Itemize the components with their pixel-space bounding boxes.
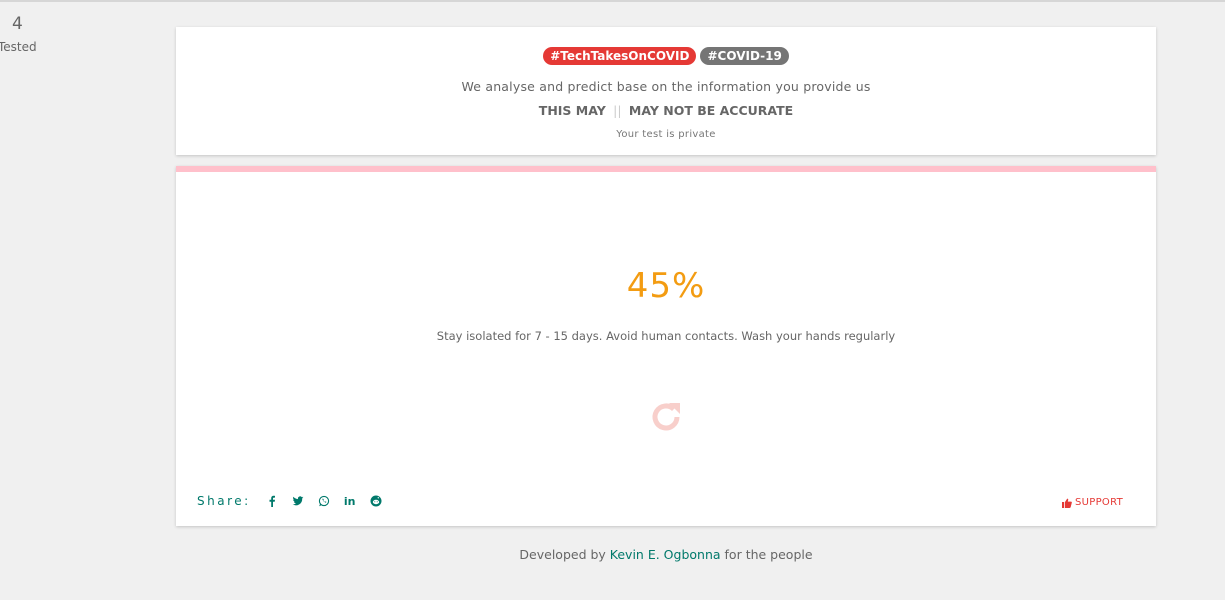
hashtag-techtakesoncovid[interactable]: #TechTakesOnCOVID <box>543 47 697 65</box>
linkedin-icon[interactable]: in <box>337 493 363 509</box>
advice-text: Stay isolated for 7 - 15 days. Avoid hum… <box>436 329 896 343</box>
hashtag-covid19[interactable]: #COVID-19 <box>700 47 789 65</box>
top-divider <box>0 0 1225 2</box>
twitter-icon[interactable] <box>285 493 311 509</box>
facebook-icon[interactable] <box>259 493 285 509</box>
author-link[interactable]: Kevin E. Ogbonna <box>610 547 721 562</box>
tested-label: Tested <box>0 40 37 54</box>
retake-test-button[interactable] <box>648 399 684 435</box>
tested-count: 4 <box>12 14 23 34</box>
description-text: We analyse and predict base on the infor… <box>461 79 871 94</box>
thumbs-up-icon <box>1061 498 1072 508</box>
support-label: SUPPORT <box>1074 497 1123 508</box>
hashtag-list: #TechTakesOnCOVID #COVID-19 <box>176 47 1156 65</box>
footer-prefix: Developed by <box>519 547 606 562</box>
refresh-icon <box>652 403 680 431</box>
result-card: 45% Stay isolated for 7 - 15 days. Avoid… <box>176 166 1156 526</box>
footer-suffix: for the people <box>724 547 813 562</box>
risk-color-bar <box>176 166 1156 172</box>
share-bar: Share: in <box>197 493 389 509</box>
whatsapp-icon[interactable] <box>311 493 337 509</box>
info-card: #TechTakesOnCOVID #COVID-19 We analyse a… <box>176 27 1156 155</box>
warning-separator: || <box>613 103 622 118</box>
warning-right: MAY NOT BE ACCURATE <box>628 103 794 118</box>
support-button[interactable]: SUPPORT <box>1061 497 1123 508</box>
reddit-icon[interactable] <box>363 493 389 509</box>
accuracy-warning: THIS MAY || MAY NOT BE ACCURATE <box>176 103 1156 118</box>
footer-credit: Developed by Kevin E. Ogbonna for the pe… <box>176 547 1156 562</box>
share-label: Share: <box>197 494 251 508</box>
privacy-note: Your test is private <box>616 129 716 140</box>
risk-percentage: 45% <box>626 266 706 306</box>
warning-left: THIS MAY <box>538 103 606 118</box>
